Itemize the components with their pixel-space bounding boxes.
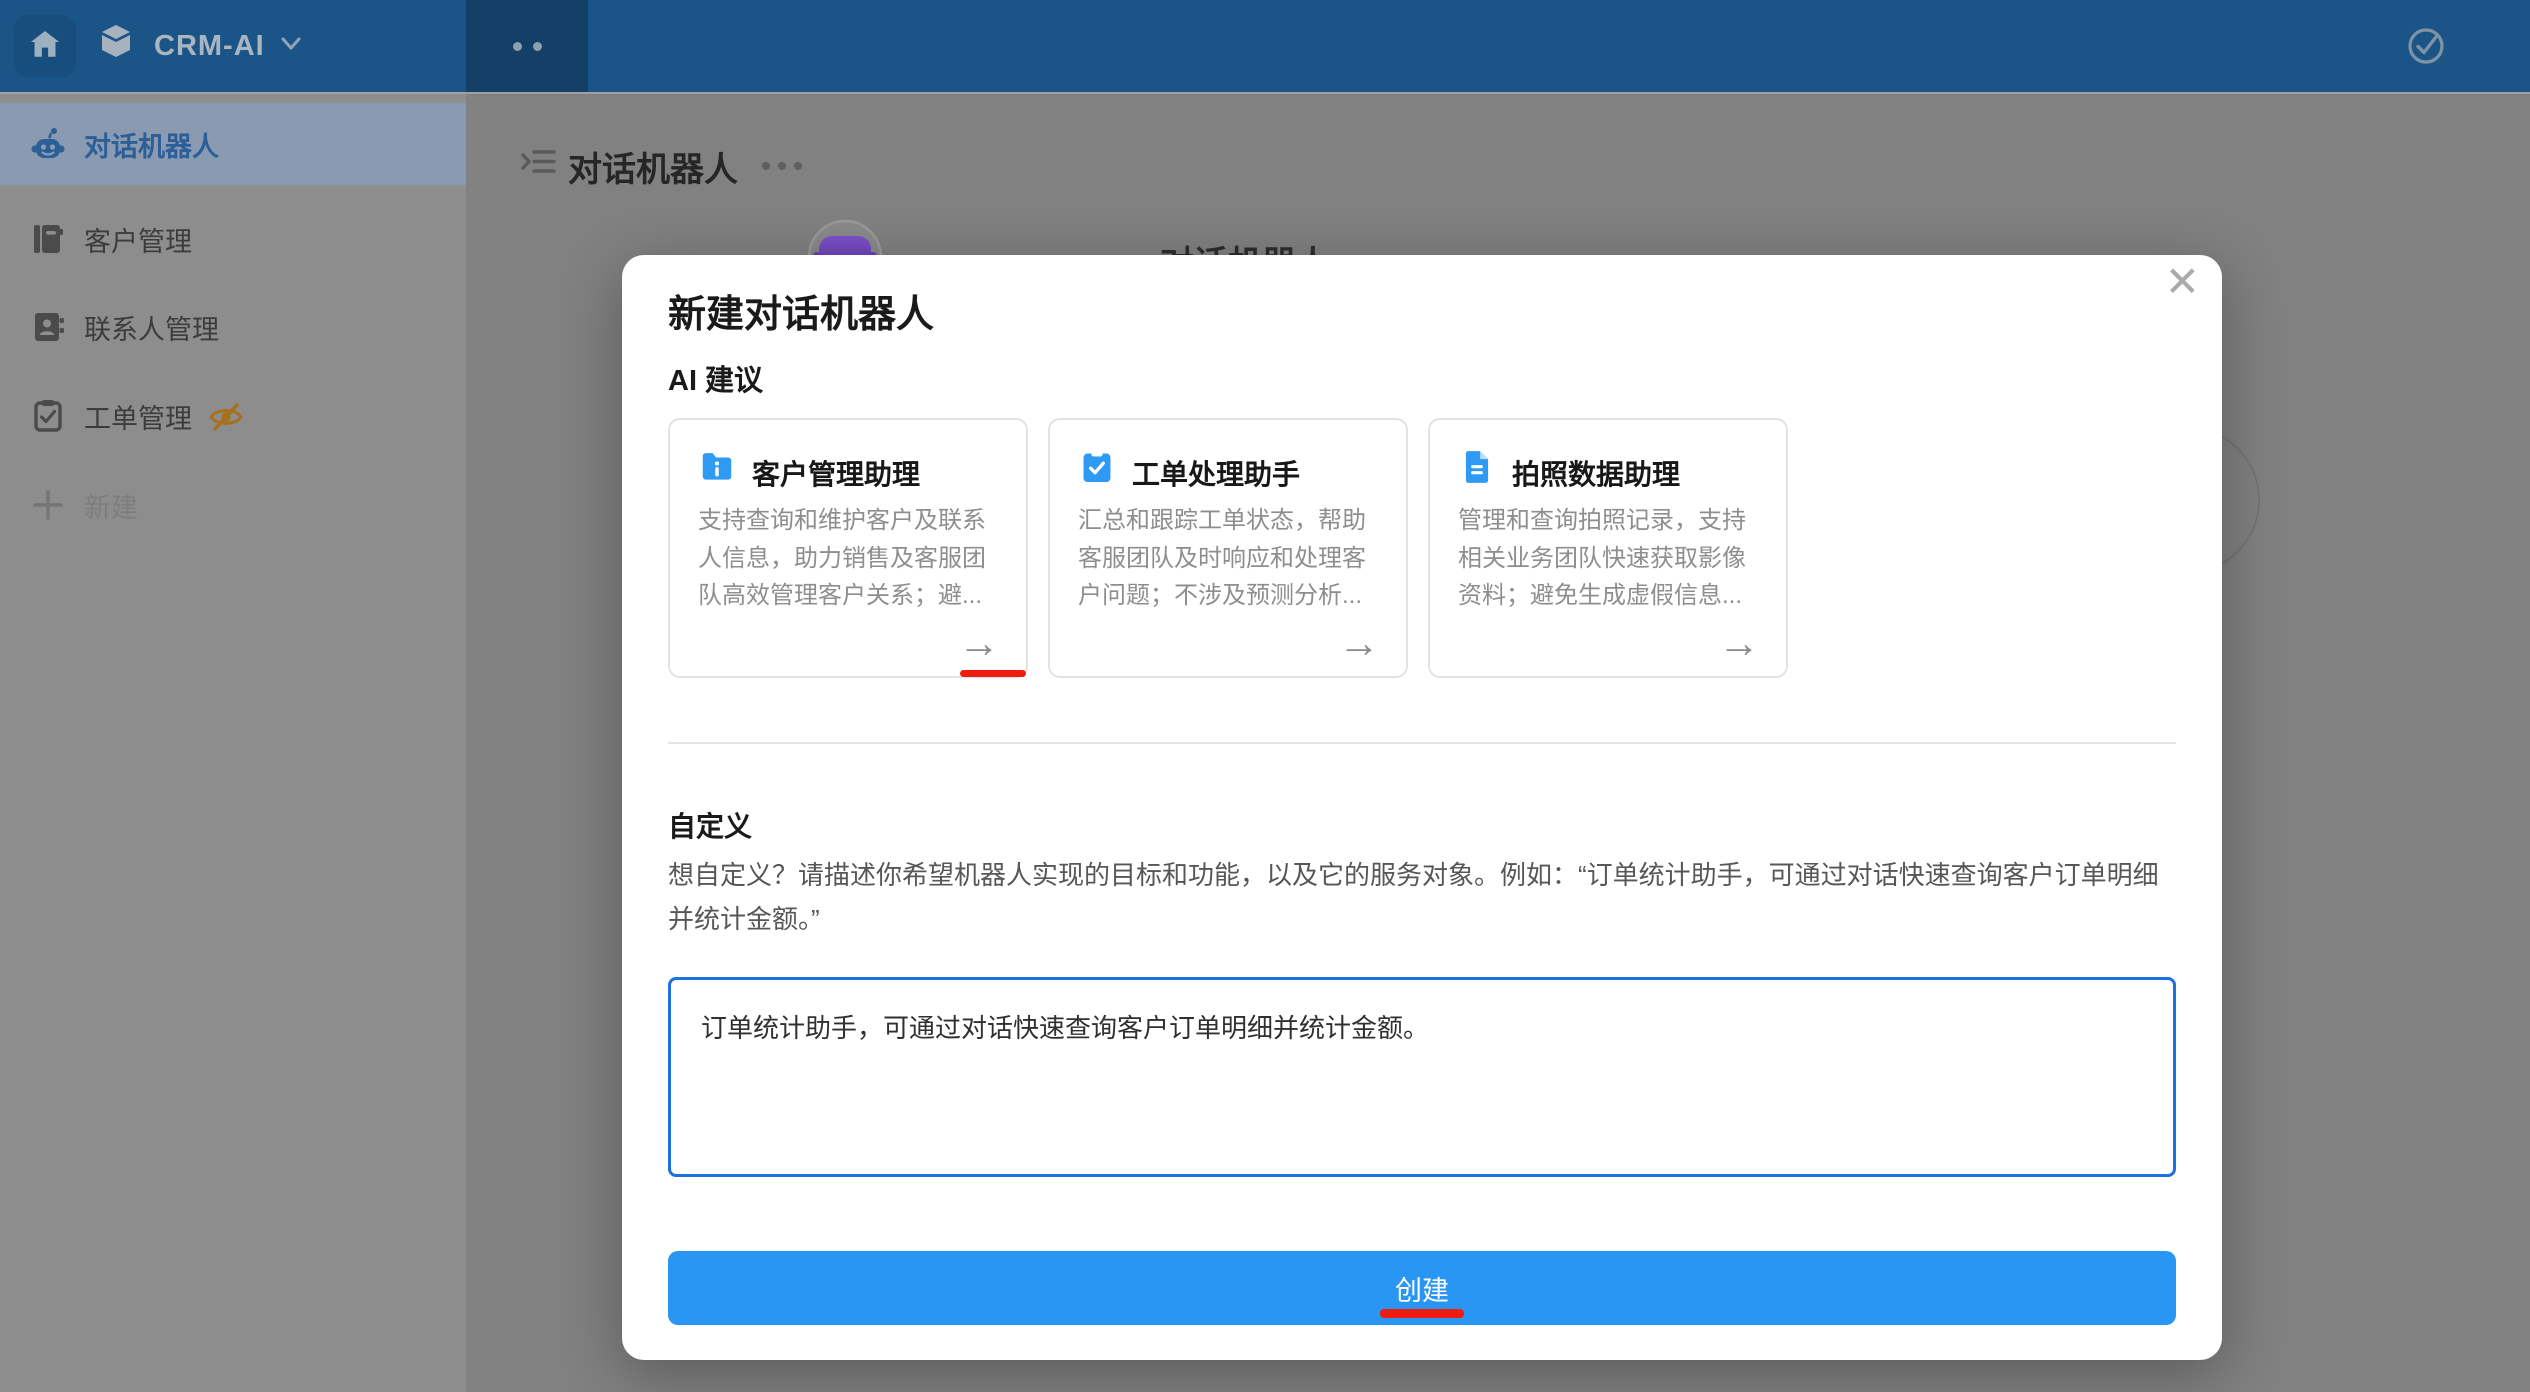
red-annotation-mark <box>1380 1309 1464 1318</box>
create-chatbot-modal: ✕ 新建对话机器人 AI 建议 客户管理助理 支持查询和维护客户及联系人信息，助… <box>622 255 2222 1360</box>
app-screen: CRM-AI 对话机器人 客户管理 联系人管理 工单管理 新建 对话机器人 ✕ … <box>0 0 2530 1392</box>
card-description: 汇总和跟踪工单状态，帮助客服团队及时响应和处理客户问题；不涉及预测分析... <box>1078 507 1366 609</box>
custom-hint-text: 想自定义？请描述你希望机器人实现的目标和功能，以及它的服务对象。例如：“订单统计… <box>668 860 2159 934</box>
section-divider <box>668 742 2176 744</box>
suggestion-card-ticket-assistant[interactable]: 工单处理助手 汇总和跟踪工单状态，帮助客服团队及时响应和处理客户问题；不涉及预测… <box>1048 418 1408 678</box>
suggestion-card-photo-assistant[interactable]: 拍照数据助理 管理和查询拍照记录，支持相关业务团队快速获取影像资料；避免生成虚假… <box>1428 418 1788 678</box>
card-title: 拍照数据助理 <box>1512 459 1681 490</box>
red-annotation-mark <box>960 670 1026 677</box>
modal-overlay[interactable]: ✕ 新建对话机器人 AI 建议 客户管理助理 支持查询和维护客户及联系人信息，助… <box>0 0 2530 1392</box>
arrow-right-icon[interactable]: → <box>958 622 1000 664</box>
arrow-right-icon[interactable]: → <box>1338 622 1380 664</box>
suggestion-cards: 客户管理助理 支持查询和维护客户及联系人信息，助力销售及客服团队高效管理客户关系… <box>668 418 1788 678</box>
card-title: 客户管理助理 <box>752 459 921 490</box>
clipboard-check-icon <box>1078 448 1116 486</box>
ai-suggestions-label: AI 建议 <box>668 365 764 397</box>
folder-info-icon <box>698 448 736 486</box>
bot-description-input[interactable]: 订单统计助手，可通过对话快速查询客户订单明细并统计金额。 <box>668 977 2176 1177</box>
arrow-right-icon[interactable]: → <box>1718 622 1760 664</box>
modal-title: 新建对话机器人 <box>668 294 935 336</box>
close-icon[interactable]: ✕ <box>2165 261 2200 303</box>
custom-section-label: 自定义 <box>668 811 753 842</box>
card-description: 支持查询和维护客户及联系人信息，助力销售及客服团队高效管理客户关系；避... <box>698 507 986 609</box>
create-button[interactable]: 创建 <box>668 1251 2176 1325</box>
suggestion-card-customer-assistant[interactable]: 客户管理助理 支持查询和维护客户及联系人信息，助力销售及客服团队高效管理客户关系… <box>668 418 1028 678</box>
card-description: 管理和查询拍照记录，支持相关业务团队快速获取影像资料；避免生成虚假信息... <box>1458 507 1746 609</box>
card-title: 工单处理助手 <box>1132 459 1301 490</box>
document-icon <box>1458 448 1496 486</box>
create-button-label: 创建 <box>1395 1275 1449 1306</box>
